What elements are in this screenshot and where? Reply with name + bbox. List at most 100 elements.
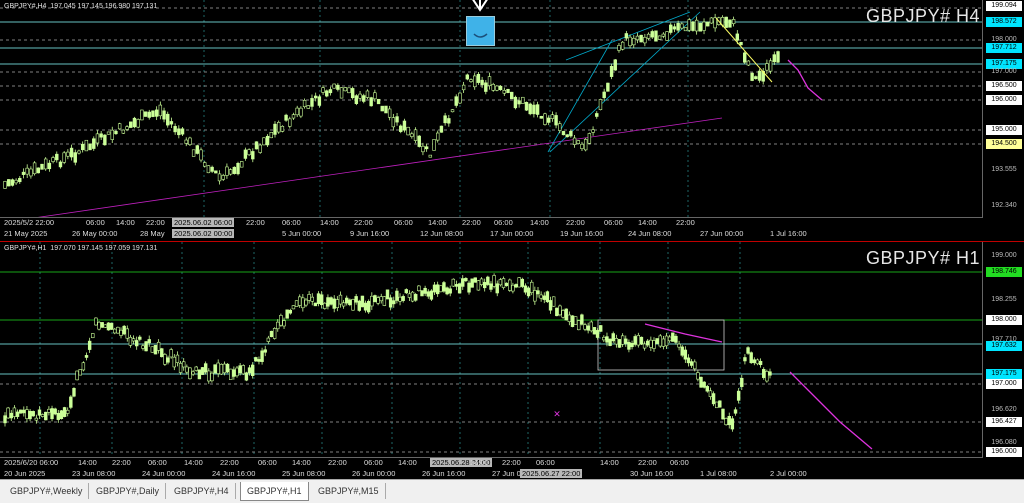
candle-body [382,296,387,306]
candle-body [439,285,443,293]
candle-body [175,354,180,363]
time-label: 14:00 [184,458,203,467]
candle-body [200,367,205,375]
candle-body [423,287,427,294]
candle-body [180,128,185,135]
candle-body [445,287,449,295]
candle-body [370,295,374,307]
candle-body [144,341,148,352]
candle-body [240,161,244,168]
candle-body [335,299,340,308]
time-label: 22:00 [146,218,165,227]
candle-body [206,165,211,174]
tab-daily[interactable]: GBPJPY#,Daily [90,483,167,499]
candle-body [266,337,271,342]
h1-price-plot[interactable]: ✕ [0,242,983,456]
candle-body [735,33,740,41]
candle-body [247,149,251,156]
candle-body [542,295,546,300]
candle-body [567,314,572,323]
shift-marker-icon[interactable] [468,0,492,12]
candle-body [51,157,55,162]
tab-h1[interactable]: GBPJPY#,H1 [240,482,309,501]
candle-body [132,117,137,128]
date-label: 26 Jun 16:00 [422,469,466,478]
candle-body [501,278,506,288]
candle-body [752,359,757,364]
candle-body [47,408,51,413]
h1-price-axis[interactable]: 199.000 198.746 198.255 198.000 197.710 197.6… [982,242,1024,480]
time-label: 14:00 [600,458,619,467]
h4-price-axis[interactable]: 199.094 198.572 198.000 197.712 197.175 197.0… [982,0,1024,240]
candle-body [672,26,677,30]
candle-body [495,85,499,91]
candle-body [661,338,666,347]
h4-chart-window[interactable]: GBPJPY#,H4 197.045 197.145 196.980 197.1… [0,0,1024,240]
candle-body [160,348,164,358]
candle-body [80,143,85,151]
h4-symbol-header: GBPJPY#,H4 197.045 197.145 196.980 197.1… [4,3,158,10]
candle-body [9,412,13,419]
candle-body [754,76,758,80]
candle-body [655,338,659,344]
candle-body [743,52,747,63]
candle-body [617,339,622,348]
candle-body [140,109,144,121]
candle-body [97,321,101,330]
candle-body [550,114,555,119]
candles [3,273,772,432]
time-label: 14:00 [398,458,417,467]
h4-time-axis[interactable]: 2025/5/2 22:00 06:00 14:00 22:00 2025.06.02 … [0,217,983,240]
candle-body [602,336,606,341]
candle-body [294,300,299,307]
tab-h4[interactable]: GBPJPY#,H4 [168,483,236,499]
candle-body [291,305,296,310]
candle-body [669,24,673,33]
candle-body [138,336,142,340]
date-label: 30 Jun 16:00 [630,469,674,478]
candle-body [84,355,89,358]
candle-body [671,332,675,342]
h1-symbol-header: GBPJPY#,H1 197.070 197.145 197.059 197.1… [4,245,158,252]
wave-line [715,17,773,83]
candle-body [354,95,359,104]
candle-body [526,287,531,297]
h1-chart-window[interactable]: ✕ GBPJPY#,H1 197.070 197.145 197.059 197… [0,241,1024,480]
h1-time-axis[interactable]: 2025/6/20 06:00 14:00 22:00 06:00 14:00 22:00… [0,457,983,480]
candle-body [624,33,629,39]
candle-body [776,51,780,63]
candle-body [191,149,196,157]
candle-body [40,414,45,417]
price-label: 197.175 [986,369,1022,379]
signal-logo-icon[interactable] [466,16,495,46]
candle-body [169,349,173,358]
candle-body [636,335,641,346]
candle-body [576,140,580,144]
candle-body [210,372,214,382]
candle-body [347,87,351,94]
candle-body [652,340,656,349]
candle-body [404,289,409,294]
candle-body [470,278,474,288]
candle-body [92,138,96,149]
candle-body [328,89,333,94]
price-label: 196.620 [991,406,1017,413]
candle-body [136,119,140,128]
candle-body [511,284,515,292]
candle-body [380,105,384,112]
candle-body [702,21,706,31]
tab-m15[interactable]: GBPJPY#,M15 [312,483,386,499]
candle-body [169,121,174,125]
time-label: 14:00 [470,458,489,467]
tab-weekly[interactable]: GBPJPY#,Weekly [4,483,90,499]
candle-body [554,115,558,126]
candle-body [545,291,550,303]
candle-body [3,415,7,424]
candle-body [605,336,609,343]
candle-body [339,87,344,99]
candle-body [428,154,433,158]
candle-body [117,123,122,130]
price-label: 198.746 [986,267,1022,277]
time-label: 22:00 [638,458,657,467]
candle-body [439,125,444,133]
